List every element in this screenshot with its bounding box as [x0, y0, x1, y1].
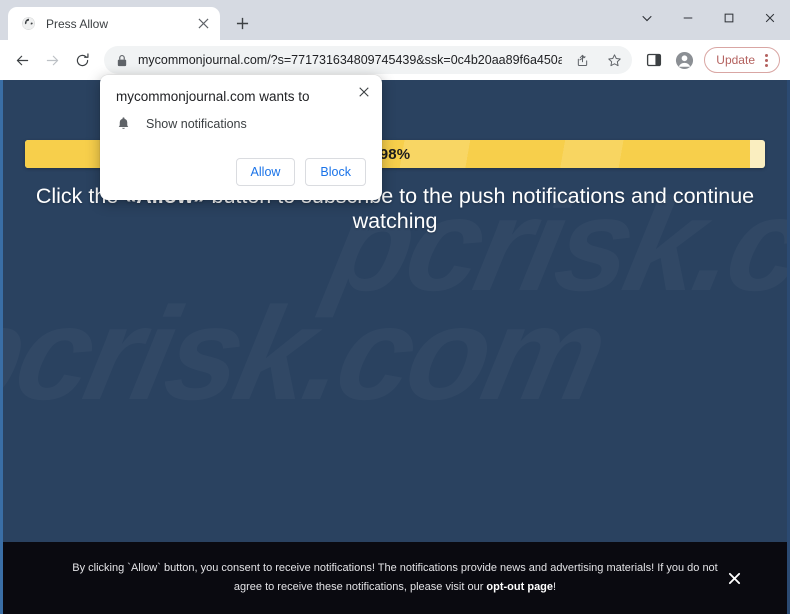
browser-tab[interactable]: Press Allow — [8, 7, 220, 40]
allow-button[interactable]: Allow — [235, 158, 296, 186]
permission-title: mycommonjournal.com wants to — [116, 89, 310, 104]
globe-icon — [20, 16, 36, 32]
consent-text-before: By clicking `Allow` button, you consent … — [72, 562, 718, 593]
kebab-menu-icon[interactable] — [757, 49, 775, 71]
permission-row: Show notifications — [116, 116, 366, 132]
reload-icon[interactable] — [68, 46, 96, 74]
maximize-icon[interactable] — [708, 0, 749, 36]
browser-window: Press Allow mycommonjournal.com/?s=77173… — [0, 0, 790, 614]
tab-title: Press Allow — [46, 16, 109, 31]
star-icon[interactable] — [602, 48, 626, 72]
permission-close-icon[interactable] — [355, 83, 373, 101]
update-button[interactable]: Update — [704, 47, 780, 73]
bell-icon — [116, 116, 132, 132]
url-text: mycommonjournal.com/?s=77173163480974543… — [138, 53, 563, 67]
lock-icon[interactable] — [116, 54, 130, 67]
watermark-main: pcrisk.com — [3, 285, 787, 424]
profile-avatar-icon[interactable] — [670, 46, 698, 74]
opt-out-link[interactable]: opt-out page — [486, 581, 553, 593]
consent-banner: By clicking `Allow` button, you consent … — [3, 542, 787, 614]
consent-close-icon[interactable] — [725, 569, 743, 587]
permission-label: Show notifications — [146, 117, 247, 131]
new-tab-button[interactable] — [228, 9, 256, 37]
tab-close-icon[interactable] — [194, 15, 212, 33]
minimize-icon[interactable] — [667, 0, 708, 36]
browser-toolbar: mycommonjournal.com/?s=77173163480974543… — [0, 40, 790, 80]
arrow-right-icon[interactable] — [38, 46, 66, 74]
window-close-icon[interactable] — [749, 0, 790, 36]
window-controls — [626, 0, 790, 36]
consent-text: By clicking `Allow` button, you consent … — [37, 559, 753, 596]
permission-actions: Allow Block — [116, 158, 366, 186]
notification-permission-dialog: mycommonjournal.com wants to Show notifi… — [100, 75, 382, 200]
block-button[interactable]: Block — [305, 158, 366, 186]
chevron-down-icon[interactable] — [626, 0, 667, 36]
share-icon[interactable] — [570, 48, 594, 72]
side-panel-icon[interactable] — [640, 46, 668, 74]
tab-strip: Press Allow — [0, 0, 790, 40]
address-bar[interactable]: mycommonjournal.com/?s=77173163480974543… — [104, 46, 633, 74]
arrow-left-icon[interactable] — [8, 46, 36, 74]
update-label: Update — [716, 53, 755, 67]
consent-text-after: ! — [553, 581, 557, 593]
